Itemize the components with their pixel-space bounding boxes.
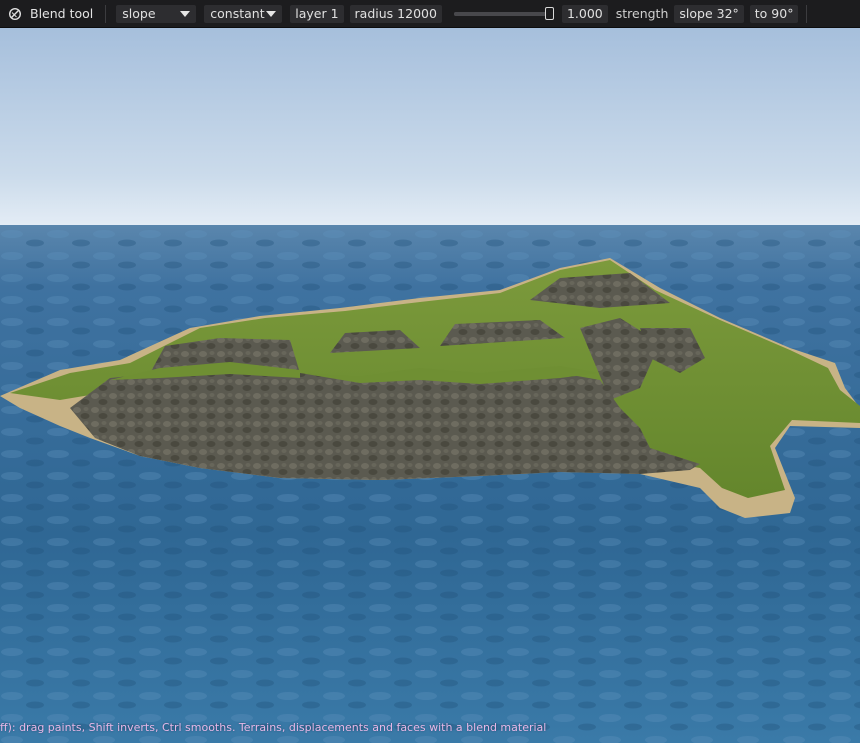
chevron-down-icon (266, 10, 277, 17)
falloff-select-value: constant (210, 6, 265, 21)
tool-name: Blend tool (30, 6, 94, 21)
toolbar: Blend tool slope constant layer 1 radius… (0, 0, 860, 28)
slope-min-value: slope 32° (679, 6, 739, 21)
slope-max-field[interactable]: to 90° (749, 4, 799, 23)
strength-slider[interactable] (453, 5, 554, 23)
falloff-select[interactable]: constant (204, 4, 283, 23)
sky (0, 28, 860, 225)
toolbar-divider (806, 4, 808, 23)
toolbar-divider (105, 4, 107, 23)
slider-fill (453, 11, 554, 16)
mode-select-value: slope (122, 6, 156, 21)
layer-value: layer 1 (295, 6, 339, 21)
terrain-scene (0, 28, 860, 743)
layer-field[interactable]: layer 1 (290, 4, 344, 23)
strength-value: 1.000 (566, 6, 603, 21)
slope-min-field[interactable]: slope 32° (674, 4, 744, 23)
strength-value-field[interactable]: 1.000 (561, 4, 608, 23)
chevron-down-icon (180, 10, 191, 17)
strength-label: strength (615, 6, 669, 21)
blend-icon (8, 7, 22, 21)
slider-thumb[interactable] (544, 6, 554, 20)
radius-value: radius 12000 (354, 6, 437, 21)
status-hint: ff): drag paints, Shift inverts, Ctrl sm… (0, 721, 547, 734)
3d-viewport[interactable]: ff): drag paints, Shift inverts, Ctrl sm… (0, 28, 860, 743)
mode-select[interactable]: slope (116, 4, 197, 23)
radius-field[interactable]: radius 12000 (349, 4, 442, 23)
slope-max-value: to 90° (754, 6, 794, 21)
